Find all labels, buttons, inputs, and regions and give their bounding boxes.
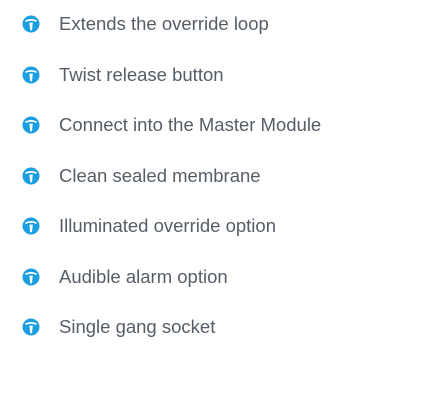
list-item: Illuminated override option — [22, 206, 321, 246]
feature-label: Illuminated override option — [59, 215, 276, 236]
list-item: Clean sealed membrane — [22, 156, 321, 196]
feature-label: Single gang socket — [59, 316, 216, 337]
feature-label: Twist release button — [59, 63, 224, 85]
feature-list: Extends the override loop Twist release … — [22, 4, 321, 358]
info-icon — [22, 167, 40, 184]
feature-label: Connect into the Master Module — [59, 114, 322, 135]
info-icon — [22, 66, 40, 83]
list-item: Extends the override loop — [22, 4, 321, 44]
info-icon — [22, 217, 40, 235]
feature-label: Extends the override loop — [59, 13, 269, 34]
feature-label: Audible alarm option — [59, 265, 228, 287]
info-icon — [22, 268, 40, 285]
info-icon — [22, 116, 40, 134]
list-item: Connect into the Master Module — [22, 105, 321, 145]
list-item: Audible alarm option — [22, 257, 321, 297]
info-icon — [22, 15, 40, 33]
list-item: Single gang socket — [22, 307, 321, 347]
info-icon — [22, 318, 40, 336]
feature-label: Clean sealed membrane — [59, 164, 261, 186]
list-item: Twist release button — [22, 55, 321, 95]
